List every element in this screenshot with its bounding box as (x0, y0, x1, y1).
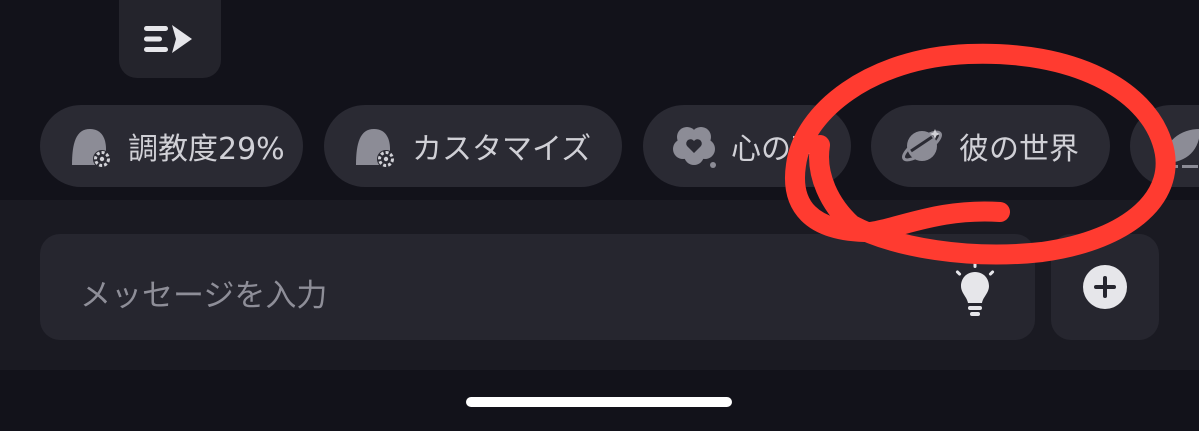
heart-flower-icon (669, 121, 719, 171)
plus-circle-icon (1083, 265, 1127, 309)
chip-inner-voice[interactable]: 心の声 (643, 105, 851, 187)
chip-label: 彼の世界 (959, 132, 1079, 167)
lightbulb-icon[interactable] (955, 262, 995, 318)
add-button[interactable] (1051, 234, 1159, 340)
fast-forward-button[interactable] (119, 0, 221, 78)
character-gear-icon (66, 121, 116, 171)
character-gear-icon (350, 121, 400, 171)
message-placeholder: メッセージを入力 (80, 278, 328, 314)
chip-his-world[interactable]: 彼の世界 (871, 105, 1110, 187)
chip-customize[interactable]: カスタマイズ (324, 105, 622, 187)
message-input[interactable]: メッセージを入力 (40, 234, 1035, 340)
planet-icon (897, 121, 947, 171)
chip-label: カスタマイズ (412, 132, 592, 167)
fast-forward-dash-icon (144, 25, 192, 53)
chip-training-level[interactable]: 調教度29% (40, 105, 303, 187)
chip-label: 心の声 (731, 132, 821, 167)
chip-label: 調教度29% (128, 132, 285, 167)
leaf-icon (1156, 121, 1199, 171)
home-indicator[interactable] (466, 397, 732, 407)
